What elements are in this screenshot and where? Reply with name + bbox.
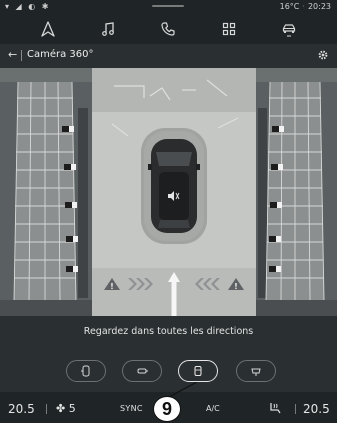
left-camera-view	[0, 68, 92, 316]
ac-button[interactable]: A/C	[206, 404, 220, 413]
climate-divider	[46, 404, 47, 414]
top-navigation	[0, 14, 337, 44]
clock: 20:23	[307, 2, 331, 11]
rear-view-button[interactable]	[236, 360, 276, 382]
top-view-button[interactable]	[178, 360, 218, 382]
svg-text:!: !	[234, 282, 238, 291]
top-view-icon	[194, 366, 202, 376]
side-view-icon	[81, 365, 90, 377]
front-view-button[interactable]	[122, 360, 162, 382]
svg-text:!: !	[110, 282, 114, 291]
climate-divider	[295, 404, 296, 414]
status-bar: ▾ ◢ ◐ ✱ 16°C · 20:23	[0, 0, 337, 14]
seat-heating-icon[interactable]	[268, 402, 282, 414]
apps-grid-icon[interactable]	[216, 18, 242, 40]
view-selector	[66, 360, 276, 382]
fan-speed[interactable]: ✤ 5	[56, 402, 76, 415]
callout-number: 9	[153, 396, 181, 422]
outside-temperature: 16°C	[279, 2, 300, 11]
side-view-button[interactable]	[66, 360, 106, 382]
notification-handle[interactable]	[152, 5, 184, 7]
car-icon[interactable]	[276, 18, 302, 40]
page-title: Caméra 360°	[27, 49, 94, 60]
front-view-icon	[137, 368, 148, 374]
fan-icon: ✤	[56, 402, 66, 415]
top-down-camera-view: ! !	[92, 68, 256, 316]
page-header: ← Caméra 360°	[0, 44, 337, 68]
camera-view-area: ! !	[0, 68, 337, 316]
passenger-temperature[interactable]: 20.5	[303, 402, 330, 416]
header-divider	[21, 50, 22, 61]
status-right: 16°C · 20:23	[279, 2, 331, 11]
sync-button[interactable]: SYNC	[120, 404, 143, 413]
status-icons: ▾ ◢ ◐ ✱	[5, 2, 51, 11]
navigation-icon[interactable]	[35, 18, 61, 40]
phone-icon[interactable]	[155, 18, 181, 40]
music-note-icon[interactable]	[95, 18, 121, 40]
driver-temperature[interactable]: 20.5	[8, 402, 35, 416]
right-camera-view	[256, 68, 337, 316]
gear-icon[interactable]	[317, 49, 329, 61]
back-button[interactable]: ←	[8, 48, 17, 61]
rear-view-icon	[251, 368, 261, 376]
instruction-text: Regardez dans toutes les directions	[83, 326, 254, 337]
camera-controls-panel: Regardez dans toutes les directions	[0, 316, 337, 392]
fan-speed-value: 5	[68, 402, 76, 415]
camera-360-screen: ▾ ◢ ◐ ✱ 16°C · 20:23 ← Caméra 360° ! ! R…	[0, 0, 337, 423]
callout-pointer	[167, 382, 197, 398]
